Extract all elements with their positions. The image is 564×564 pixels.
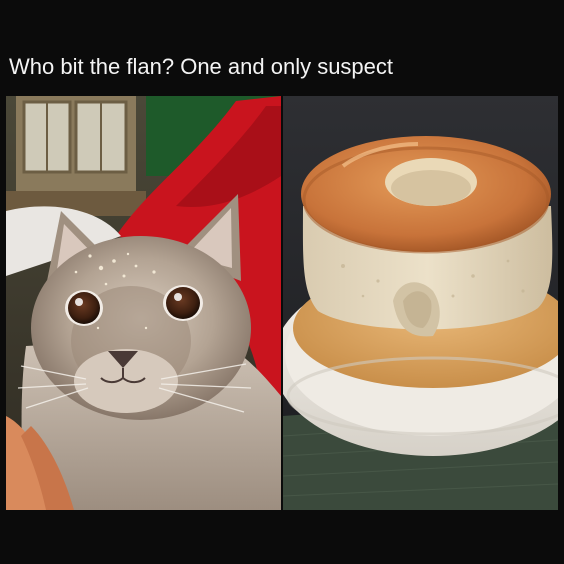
- flan-illustration: [283, 96, 558, 510]
- cat-illustration: [6, 96, 281, 510]
- cat-photo: [6, 96, 281, 510]
- meme-caption: Who bit the flan? One and only suspect: [9, 54, 394, 79]
- flan-photo: [283, 96, 558, 510]
